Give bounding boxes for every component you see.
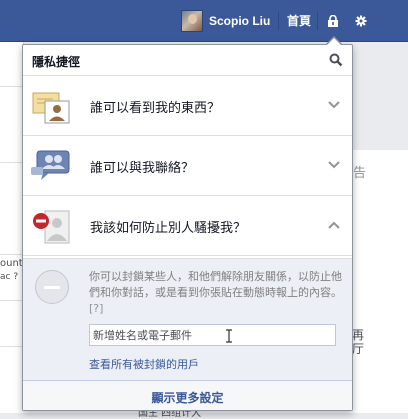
text-cursor-icon [226,329,232,343]
nav-divider [278,12,279,30]
background-left-column [0,42,24,413]
shortcut-who-can-see-my-stuff[interactable]: 誰可以看到我的東西？ [23,76,352,136]
top-navigation-bar: Scopio Liu 首頁 [0,0,408,42]
nav-divider [317,12,318,30]
block-section: 你可以封鎖某些人，和他們解除朋友關係，以防止他們和你對話，或是看到你張貼在動態時… [23,258,352,380]
chevron-down-icon [328,161,340,169]
panel-caret-inner [327,38,341,45]
background-text: ount [0,258,23,269]
search-icon[interactable] [329,53,343,67]
block-user-icon [33,210,70,244]
gear-icon [355,15,367,27]
chevron-up-icon [328,221,340,229]
background-text: 告 [353,166,367,181]
panel-header: 隱私捷徑 [23,45,352,76]
people-chat-icon [31,150,70,180]
background-right-column [352,150,408,413]
chevron-down-icon [328,101,340,109]
shortcut-label: 我該如何防止別人騷擾我？ [90,221,247,236]
shortcut-who-can-contact-me[interactable]: 誰可以與我聯絡？ [23,136,352,196]
block-user-input[interactable] [89,324,336,346]
view-blocked-users-link[interactable]: 查看所有被封鎖的用戶 [89,356,199,372]
background-text: 厅 [352,342,365,356]
panel-title: 隱私捷徑 [32,55,81,69]
shortcut-label: 誰可以看到我的東西？ [90,101,221,116]
block-description-text: 你可以封鎖某些人，和他們解除朋友關係，以防止他們和你對話，或是看到你張貼在動態時… [89,270,342,299]
show-more-settings-button[interactable]: 顯示更多設定 [23,380,352,410]
shortcut-stop-someone-bothering-me[interactable]: 我該如何防止別人騷擾我？ [23,196,352,256]
block-description: 你可以封鎖某些人，和他們解除朋友關係，以防止他們和你對話，或是看到你張貼在動態時… [89,269,345,317]
privacy-shortcuts-button[interactable] [322,9,344,33]
privacy-shortcuts-panel: 隱私捷徑 誰可以看到我的東西？ 誰可以與我聯絡？ 我該如何防止別人騷擾我？ 你可… [22,44,353,411]
avatar [181,10,203,32]
home-link[interactable]: 首頁 [287,12,311,29]
profile-name: Scopio Liu [209,14,271,28]
footer-label: 顯示更多設定 [151,391,224,405]
profile-card-icon [32,92,70,124]
lock-icon [328,15,338,27]
settings-button[interactable] [350,9,372,33]
shortcut-label: 誰可以與我聯絡？ [90,161,195,176]
help-link[interactable]: [?] [89,302,103,315]
block-icon [35,270,69,304]
background-text: ac ? [0,272,19,282]
profile-link[interactable]: Scopio Liu [181,10,270,32]
